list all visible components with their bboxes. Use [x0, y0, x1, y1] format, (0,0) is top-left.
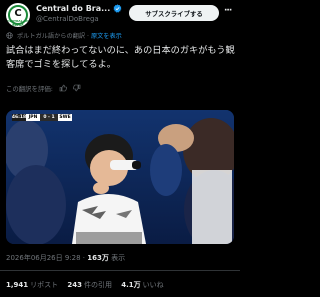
quotes-label: 件の引用	[84, 281, 113, 289]
avatar-caption: CENTRAL DO BREGA	[7, 19, 29, 27]
divider	[0, 270, 240, 271]
rate-translation: この翻訳を評価:	[6, 84, 81, 93]
match-clock: 46:18	[11, 114, 27, 121]
post-meta: 2026年06月26日 9:28 · 163万 表示	[6, 254, 126, 262]
media-image	[6, 110, 234, 244]
translation-note: ポルトガル語からの翻訳	[16, 33, 86, 40]
post-text: 試合はまだ終わってないのに、あの日本のガキがもう観客席でゴミを探してるよ。	[6, 45, 235, 70]
likes-stat[interactable]: 4.1万 いいね	[121, 281, 163, 289]
reposts-label: リポスト	[30, 281, 59, 289]
team-one: JPN	[26, 114, 40, 121]
more-options-icon[interactable]: ···	[224, 6, 232, 16]
show-original-link[interactable]: 原文を表示	[91, 33, 122, 40]
scoreboard: 46:18 JPN 0 - 1 SWE	[12, 114, 80, 121]
thumbs-down-icon[interactable]	[73, 84, 81, 92]
post-header: C CENTRAL DO BREGA Central do Bra... @Ce…	[0, 0, 240, 28]
subscribe-button[interactable]: サブスクライブする	[129, 5, 219, 21]
thumbs-up-icon[interactable]	[59, 84, 67, 92]
post-media[interactable]: 46:18 JPN 0 - 1 SWE	[6, 110, 234, 244]
globe-icon	[6, 32, 13, 39]
author-name[interactable]: Central do Bra...	[36, 4, 110, 13]
likes-label: いいね	[142, 281, 164, 289]
quotes-count: 243	[67, 281, 83, 289]
likes-count: 4.1万	[121, 281, 141, 289]
avatar-letter: C	[14, 8, 22, 19]
engagement-stats: 1,941 リポスト 243 件の引用 4.1万 いいね	[6, 280, 164, 290]
team-two: SWE	[58, 114, 72, 121]
quotes-stat[interactable]: 243 件の引用	[67, 281, 119, 289]
match-score: 0 - 1	[40, 114, 58, 121]
verified-badge-icon	[113, 4, 122, 13]
views-count: 163万	[87, 254, 109, 262]
views-label: 表示	[111, 254, 126, 262]
post-date[interactable]: 2026年06月26日 9:28	[6, 254, 81, 262]
rate-translation-label: この翻訳を評価:	[6, 85, 53, 93]
reposts-stat[interactable]: 1,941 リポスト	[6, 281, 65, 289]
translation-row: ポルトガル語からの翻訳 · 原文を表示	[6, 31, 122, 41]
avatar[interactable]: C CENTRAL DO BREGA	[6, 3, 30, 27]
author-handle[interactable]: @CentralDoBrega	[36, 15, 99, 23]
reposts-count: 1,941	[6, 281, 29, 289]
